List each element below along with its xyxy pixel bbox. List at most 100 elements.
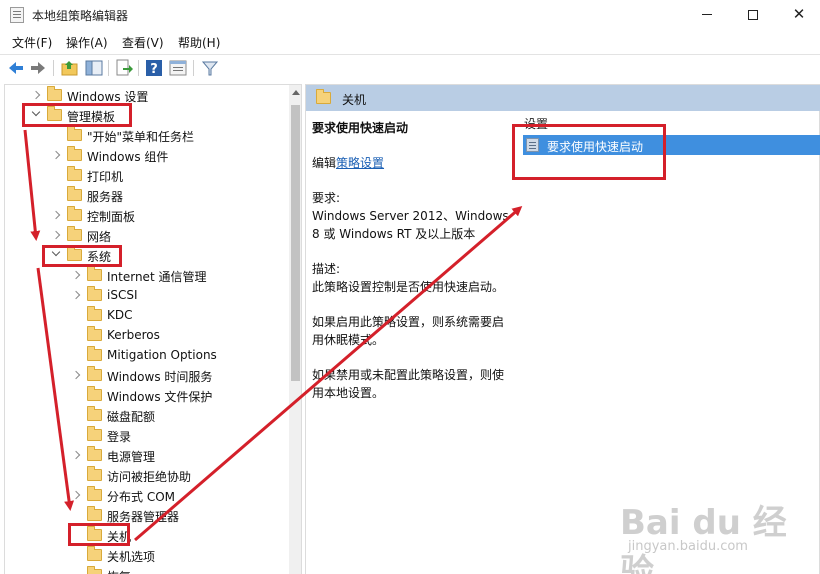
chevron-right-icon[interactable]: [51, 230, 61, 240]
chevron-right-icon[interactable]: [71, 270, 81, 280]
chevron-right-icon[interactable]: [51, 150, 61, 160]
tree-item-label: 网络: [87, 230, 112, 244]
tree-scrollbar[interactable]: [289, 85, 301, 574]
tree-item[interactable]: KDC: [5, 305, 281, 325]
tree-item-label: 分布式 COM: [107, 490, 175, 504]
folder-icon: [47, 86, 62, 101]
help-icon[interactable]: ?: [144, 58, 164, 78]
folder-icon: [87, 446, 102, 461]
tree-item-label: 服务器: [87, 190, 124, 204]
edit-policy-link[interactable]: 策略设置: [336, 156, 384, 170]
minimize-button[interactable]: [684, 0, 730, 30]
tree-scroll-thumb[interactable]: [291, 105, 300, 381]
chevron-right-icon[interactable]: [71, 450, 81, 460]
details-header-label: 关机: [342, 93, 367, 107]
tree-item[interactable]: 磁盘配额: [5, 405, 281, 425]
tree-item[interactable]: 访问被拒绝协助: [5, 465, 281, 485]
tree-item[interactable]: Windows 时间服务: [5, 365, 281, 385]
tree-item[interactable]: Kerberos: [5, 325, 281, 345]
tree-item[interactable]: Mitigation Options: [5, 345, 281, 365]
tree-item-label: Windows 文件保护: [107, 390, 213, 404]
policy-tree: Windows 设置 管理模板 "开始"菜单和任务栏 Windows 组件 打印机 服务器…: [4, 84, 302, 574]
folder-icon: [87, 326, 102, 341]
tree-item[interactable]: 分布式 COM: [5, 485, 281, 505]
watermark-sub: jingyan.baidu.com: [628, 539, 748, 554]
tree-item-label: 电源管理: [107, 450, 156, 464]
chevron-right-icon[interactable]: [71, 370, 81, 380]
tree-item[interactable]: 关机选项: [5, 545, 281, 565]
tree-item-label: 磁盘配额: [107, 410, 156, 424]
folder-icon: [87, 286, 102, 301]
tree-item[interactable]: 网络: [5, 225, 281, 245]
chevron-right-icon[interactable]: [71, 290, 81, 300]
back-arrow-icon[interactable]: [6, 58, 26, 78]
folder-icon: [67, 186, 82, 201]
folder-icon: [67, 146, 82, 161]
chevron-right-icon[interactable]: [51, 210, 61, 220]
scroll-up-icon[interactable]: [292, 90, 300, 95]
folder-icon: [67, 206, 82, 221]
menu-view[interactable]: 查看(V): [122, 34, 164, 51]
tree-item[interactable]: 打印机: [5, 165, 281, 185]
tree-item-label: "开始"菜单和任务栏: [87, 130, 195, 144]
tree-item[interactable]: Windows 文件保护: [5, 385, 281, 405]
menu-file[interactable]: 文件(F): [12, 34, 52, 51]
menu-help[interactable]: 帮助(H): [178, 34, 220, 51]
menu-bar: 文件(F) 操作(A) 查看(V) 帮助(H): [0, 32, 820, 52]
maximize-button[interactable]: [730, 0, 776, 30]
requirements-line-1: Windows Server 2012、Windows: [312, 209, 509, 223]
tree-item[interactable]: Internet 通信管理: [5, 265, 281, 285]
export-list-icon[interactable]: [114, 58, 134, 78]
folder-up-icon[interactable]: [60, 58, 80, 78]
folder-icon: [87, 346, 102, 361]
folder-icon: [316, 89, 331, 104]
tree-item-label: 关机选项: [107, 550, 156, 564]
highlight-box-fast-startup: [512, 124, 666, 180]
tree-item[interactable]: 服务器: [5, 185, 281, 205]
tree-item-label: iSCSI: [107, 288, 138, 302]
show-hide-tree-icon[interactable]: [84, 58, 104, 78]
folder-icon: [87, 486, 102, 501]
folder-icon: [87, 546, 102, 561]
highlight-box-system: [42, 245, 122, 267]
tree-item[interactable]: 关机: [5, 525, 281, 545]
filter-icon[interactable]: [200, 58, 220, 78]
requirements-label: 要求:: [312, 191, 341, 205]
tree-item[interactable]: 电源管理: [5, 445, 281, 465]
tree-item[interactable]: Windows 组件: [5, 145, 281, 165]
tree-item[interactable]: 控制面板: [5, 205, 281, 225]
tree-item[interactable]: Windows 设置: [5, 85, 281, 105]
tree-item[interactable]: 服务器管理器: [5, 505, 281, 525]
window-title: 本地组策略编辑器: [32, 9, 129, 23]
requirements-line-2: 8 或 Windows RT 及以上版本: [312, 227, 476, 241]
folder-icon: [87, 306, 102, 321]
tree-item-label: Windows 组件: [87, 150, 169, 164]
menu-action[interactable]: 操作(A): [66, 34, 108, 51]
tree-item-label: Windows 时间服务: [107, 370, 213, 384]
folder-icon: [87, 466, 102, 481]
folder-icon: [87, 426, 102, 441]
description-label: 描述:: [312, 262, 341, 276]
disabled-line-2: 用本地设置。: [312, 386, 385, 400]
enabled-line-2: 用休眠模式。: [312, 333, 385, 347]
properties-icon[interactable]: [168, 58, 188, 78]
forward-arrow-icon[interactable]: [28, 58, 48, 78]
tree-item-label: KDC: [107, 308, 133, 322]
folder-icon: [87, 366, 102, 381]
chevron-right-icon[interactable]: [71, 490, 81, 500]
chevron-right-icon[interactable]: [31, 90, 41, 100]
policy-editor-icon: [10, 7, 24, 23]
highlight-box-shutdown: [68, 523, 130, 546]
tree-item[interactable]: 登录: [5, 425, 281, 445]
tree-item-label: 恢复: [107, 568, 131, 574]
policy-title: 要求使用快速启动: [312, 121, 409, 135]
tree-item[interactable]: iSCSI: [5, 285, 281, 305]
tree-item[interactable]: 恢复: [5, 565, 281, 574]
highlight-box-admin-templates: [22, 103, 132, 127]
tree-item[interactable]: "开始"菜单和任务栏: [5, 125, 281, 145]
tree-item-label: Internet 通信管理: [107, 270, 207, 284]
watermark-main: Bai du 经验: [620, 503, 787, 574]
folder-icon: [87, 506, 102, 521]
disabled-line-1: 如果禁用或未配置此策略设置，则使: [312, 368, 505, 382]
close-button[interactable]: ✕: [776, 0, 820, 30]
